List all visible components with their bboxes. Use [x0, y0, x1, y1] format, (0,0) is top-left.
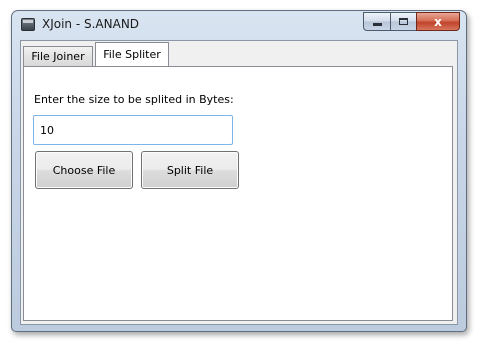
file-spliter-panel: Enter the size to be splited in Bytes: C… — [23, 66, 453, 321]
client-area: File Joiner File Spliter Enter the size … — [20, 40, 458, 325]
app-window-icon[interactable] — [21, 18, 35, 31]
app-window: XJoin - S.ANAND x File Joiner File Split… — [11, 10, 467, 332]
tab-file-spliter[interactable]: File Spliter — [95, 42, 169, 66]
choose-file-button[interactable]: Choose File — [35, 151, 133, 189]
split-size-label: Enter the size to be splited in Bytes: — [34, 93, 234, 106]
split-size-input[interactable] — [33, 115, 233, 145]
tab-strip: File Joiner File Spliter — [23, 42, 453, 66]
caption-buttons: x — [363, 12, 460, 31]
split-file-button[interactable]: Split File — [141, 151, 239, 189]
title-bar[interactable]: XJoin - S.ANAND x — [12, 11, 466, 39]
tab-file-joiner[interactable]: File Joiner — [23, 46, 93, 66]
window-title: XJoin - S.ANAND — [42, 17, 140, 31]
maximize-icon — [399, 18, 408, 25]
maximize-button[interactable] — [390, 12, 416, 31]
close-button[interactable]: x — [416, 12, 460, 31]
close-icon: x — [434, 14, 442, 29]
minimize-icon — [372, 23, 382, 26]
minimize-button[interactable] — [363, 12, 390, 31]
